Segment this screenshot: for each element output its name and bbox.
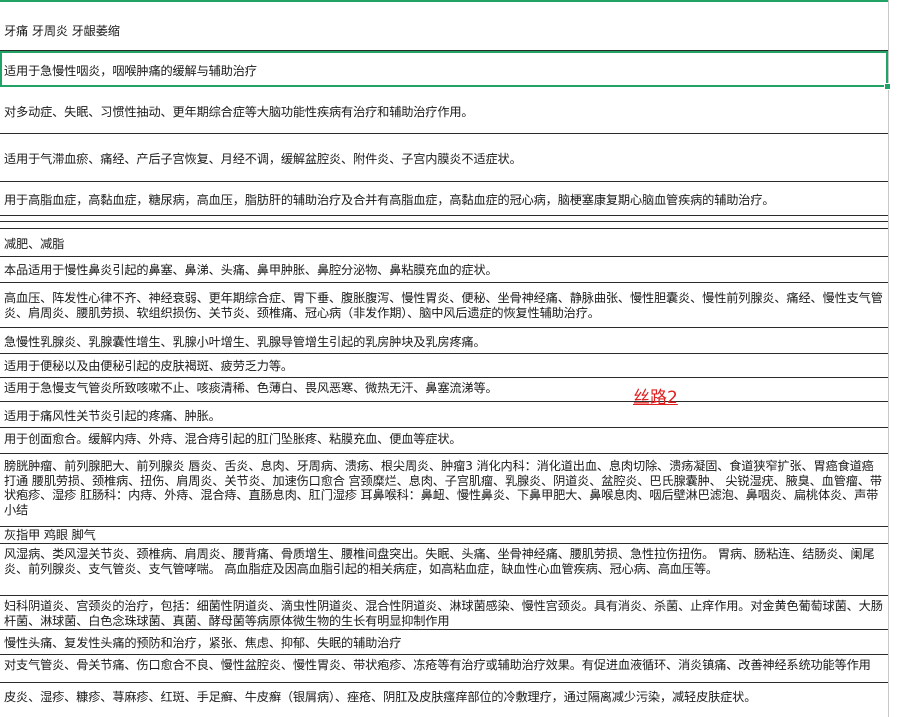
cell-text: 慢性头痛、复发性头痛的预防和治疗，紧张、焦虑、抑郁、失眠的辅助治疗 [4,636,402,650]
cell-text: 适用于痛风性关节炎引起的疼痛、肿胀。 [4,409,221,423]
cell-text: 风湿病、类风湿关节炎、颈椎病、肩周炎、腰背痛、骨质增生、腰椎间盘突出。失眠、头痛… [4,547,875,576]
cell-text: 急慢性乳腺炎、乳腺囊性增生、乳腺小叶增生、乳腺导管增生引起的乳房肿块及乳房疼痛。 [4,335,486,349]
table-row[interactable]: 风湿病、类风湿关节炎、颈椎病、肩周炎、腰背痛、骨质增生、腰椎间盘突出。失眠、头痛… [0,544,888,596]
cell-text: 适用于急慢支气管炎所致咳嗽不止、咳痰清稀、色薄白、畏风恶寒、微热无汗、鼻塞流涕等… [4,381,498,395]
table-row[interactable]: 慢性头痛、复发性头痛的预防和治疗，紧张、焦虑、抑郁、失眠的辅助治疗 [0,630,888,655]
table-row[interactable]: 妇科阴道炎、宫颈炎的治疗，包括：细菌性阴道炎、滴虫性阴道炎、混合性阴道炎、淋球菌… [0,596,888,630]
fill-handle[interactable] [884,83,891,90]
cell-text: 减肥、减脂 [4,237,65,251]
table-row[interactable]: 减肥、减脂 [0,229,888,257]
cell-text: 牙痛 牙周炎 牙龈萎缩 [4,24,120,38]
next-column-cells[interactable] [889,0,923,717]
cell-text: 膀胱肿瘤、前列腺肥大、前列腺炎 唇炎、舌炎、息肉、牙周病、溃疡、根尖周炎、肿瘤3… [4,459,882,517]
table-row[interactable]: 适用于急慢性咽炎，咽喉肿痛的缓解与辅助治疗 [0,51,888,87]
cell-text: 对支气管炎、骨关节痛、伤口愈合不良、慢性盆腔炎、慢性胃炎、带状疱疹、冻疮等有治疗… [4,658,871,672]
table-row[interactable]: 牙痛 牙周炎 牙龈萎缩 [0,2,888,51]
table-row[interactable]: 本品适用于慢性鼻炎引起的鼻塞、鼻涕、头痛、鼻甲肿胀、鼻腔分泌物、鼻粘膜充血的症状… [0,257,888,283]
cell-text: 适用于便秘以及由便秘引起的皮肤褐斑、疲劳乏力等。 [4,359,293,373]
cell-text: 对多动症、失眠、习惯性抽动、更年期综合症等大脑功能性疾病有治疗和辅助治疗作用。 [4,105,474,119]
table-row[interactable]: 用于创面愈合。缓解内痔、外痔、混合痔引起的肛门坠胀疼、粘膜充血、便血等症状。 [0,428,888,454]
cell-text: 用于创面愈合。缓解内痔、外痔、混合痔引起的肛门坠胀疼、粘膜充血、便血等症状。 [4,432,462,446]
table-row[interactable] [0,222,888,229]
table-row[interactable]: 灰指甲 鸡眼 脚气 [0,527,888,544]
table-row[interactable]: 皮炎、湿疹、糠疹、荨麻疹、红斑、手足癣、牛皮癣（银屑病）、痤疮、阴肛及皮肤瘙痒部… [0,683,888,717]
annotation-text: 丝路2 [633,388,678,408]
table-row[interactable]: 适用于便秘以及由便秘引起的皮肤褐斑、疲劳乏力等。 [0,354,888,378]
table-row[interactable]: 适用于急慢支气管炎所致咳嗽不止、咳痰清稀、色薄白、畏风恶寒、微热无汗、鼻塞流涕等… [0,378,888,402]
cell-text: 妇科阴道炎、宫颈炎的治疗，包括：细菌性阴道炎、滴虫性阴道炎、混合性阴道炎、淋球菌… [4,599,883,628]
cell-text: 适用于气滞血瘀、痛经、产后子宫恢复、月经不调，缓解盆腔炎、附件炎、子宫内膜炎不适… [4,152,522,166]
cell-text: 适用于急慢性咽炎，咽喉肿痛的缓解与辅助治疗 [4,64,257,78]
table-row[interactable]: 高血压、阵发性心律不齐、神经衰弱、更年期综合症、胃下垂、腹胀腹泻、慢性胃炎、便秘… [0,283,888,328]
table-row[interactable]: 对多动症、失眠、习惯性抽动、更年期综合症等大脑功能性疾病有治疗和辅助治疗作用。 [0,87,888,134]
table-row[interactable]: 适用于痛风性关节炎引起的疼痛、肿胀。 [0,402,888,428]
table-row[interactable]: 对支气管炎、骨关节痛、伤口愈合不良、慢性盆腔炎、慢性胃炎、带状疱疹、冻疮等有治疗… [0,655,888,683]
cell-text: 本品适用于慢性鼻炎引起的鼻塞、鼻涕、头痛、鼻甲肿胀、鼻腔分泌物、鼻粘膜充血的症状… [4,263,498,277]
cell-text: 用于高脂血症，高黏血症，糖尿病，高血压，脂肪肝的辅助治疗及合并有高脂血症，高黏血… [4,193,775,207]
cell-text: 高血压、阵发性心律不齐、神经衰弱、更年期综合症、胃下垂、腹胀腹泻、慢性胃炎、便秘… [4,291,883,320]
table-row[interactable]: 膀胱肿瘤、前列腺肥大、前列腺炎 唇炎、舌炎、息肉、牙周病、溃疡、根尖周炎、肿瘤3… [0,454,888,527]
cell-text: 皮炎、湿疹、糠疹、荨麻疹、红斑、手足癣、牛皮癣（银屑病）、痤疮、阴肛及皮肤瘙痒部… [4,690,757,704]
cell-text: 灰指甲 鸡眼 脚气 [4,528,96,542]
spreadsheet-grid[interactable]: 牙痛 牙周炎 牙龈萎缩 适用于急慢性咽炎，咽喉肿痛的缓解与辅助治疗 对多动症、失… [0,0,923,717]
table-row[interactable]: 急慢性乳腺炎、乳腺囊性增生、乳腺小叶增生、乳腺导管增生引起的乳房肿块及乳房疼痛。 [0,328,888,354]
table-row[interactable]: 用于高脂血症，高黏血症，糖尿病，高血压，脂肪肝的辅助治疗及合并有高脂血症，高黏血… [0,182,888,216]
table-row[interactable]: 适用于气滞血瘀、痛经、产后子宫恢复、月经不调，缓解盆腔炎、附件炎、子宫内膜炎不适… [0,134,888,182]
